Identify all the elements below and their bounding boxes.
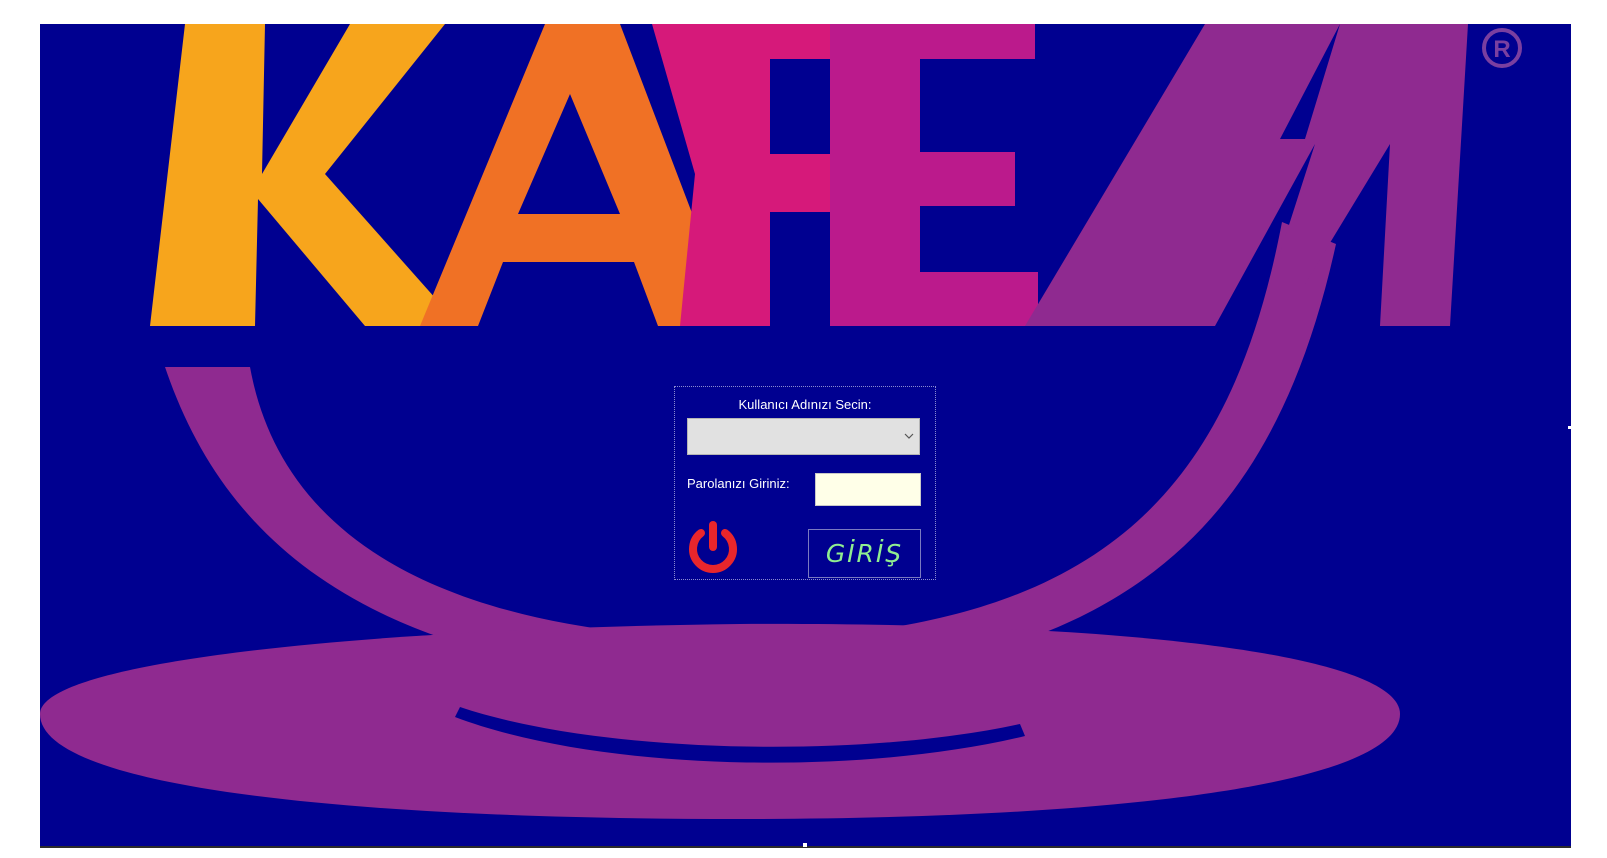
username-label: Kullanıcı Adınızı Secin: [738,397,872,412]
app-window: R Kullanıcı Adınızı Secin: Parolanızı Gi… [40,24,1571,848]
password-input[interactable] [815,473,921,506]
power-icon [689,521,737,573]
username-select[interactable] [687,418,920,455]
cup-saucer [40,623,1400,819]
registered-mark: R [1493,36,1510,63]
password-label: Parolanızı Giriniz: [687,476,790,491]
edge-marker [1568,426,1571,429]
login-panel: Kullanıcı Adınızı Secin: Parolanızı Giri… [674,386,936,580]
chevron-down-icon [904,433,914,439]
logo-letter-e [830,24,1038,326]
login-button[interactable]: GİRİŞ [808,529,921,578]
logo-letter-k [150,24,460,326]
logo-letter-m [1025,24,1468,326]
edge-marker [803,843,807,847]
power-button[interactable] [683,519,743,575]
